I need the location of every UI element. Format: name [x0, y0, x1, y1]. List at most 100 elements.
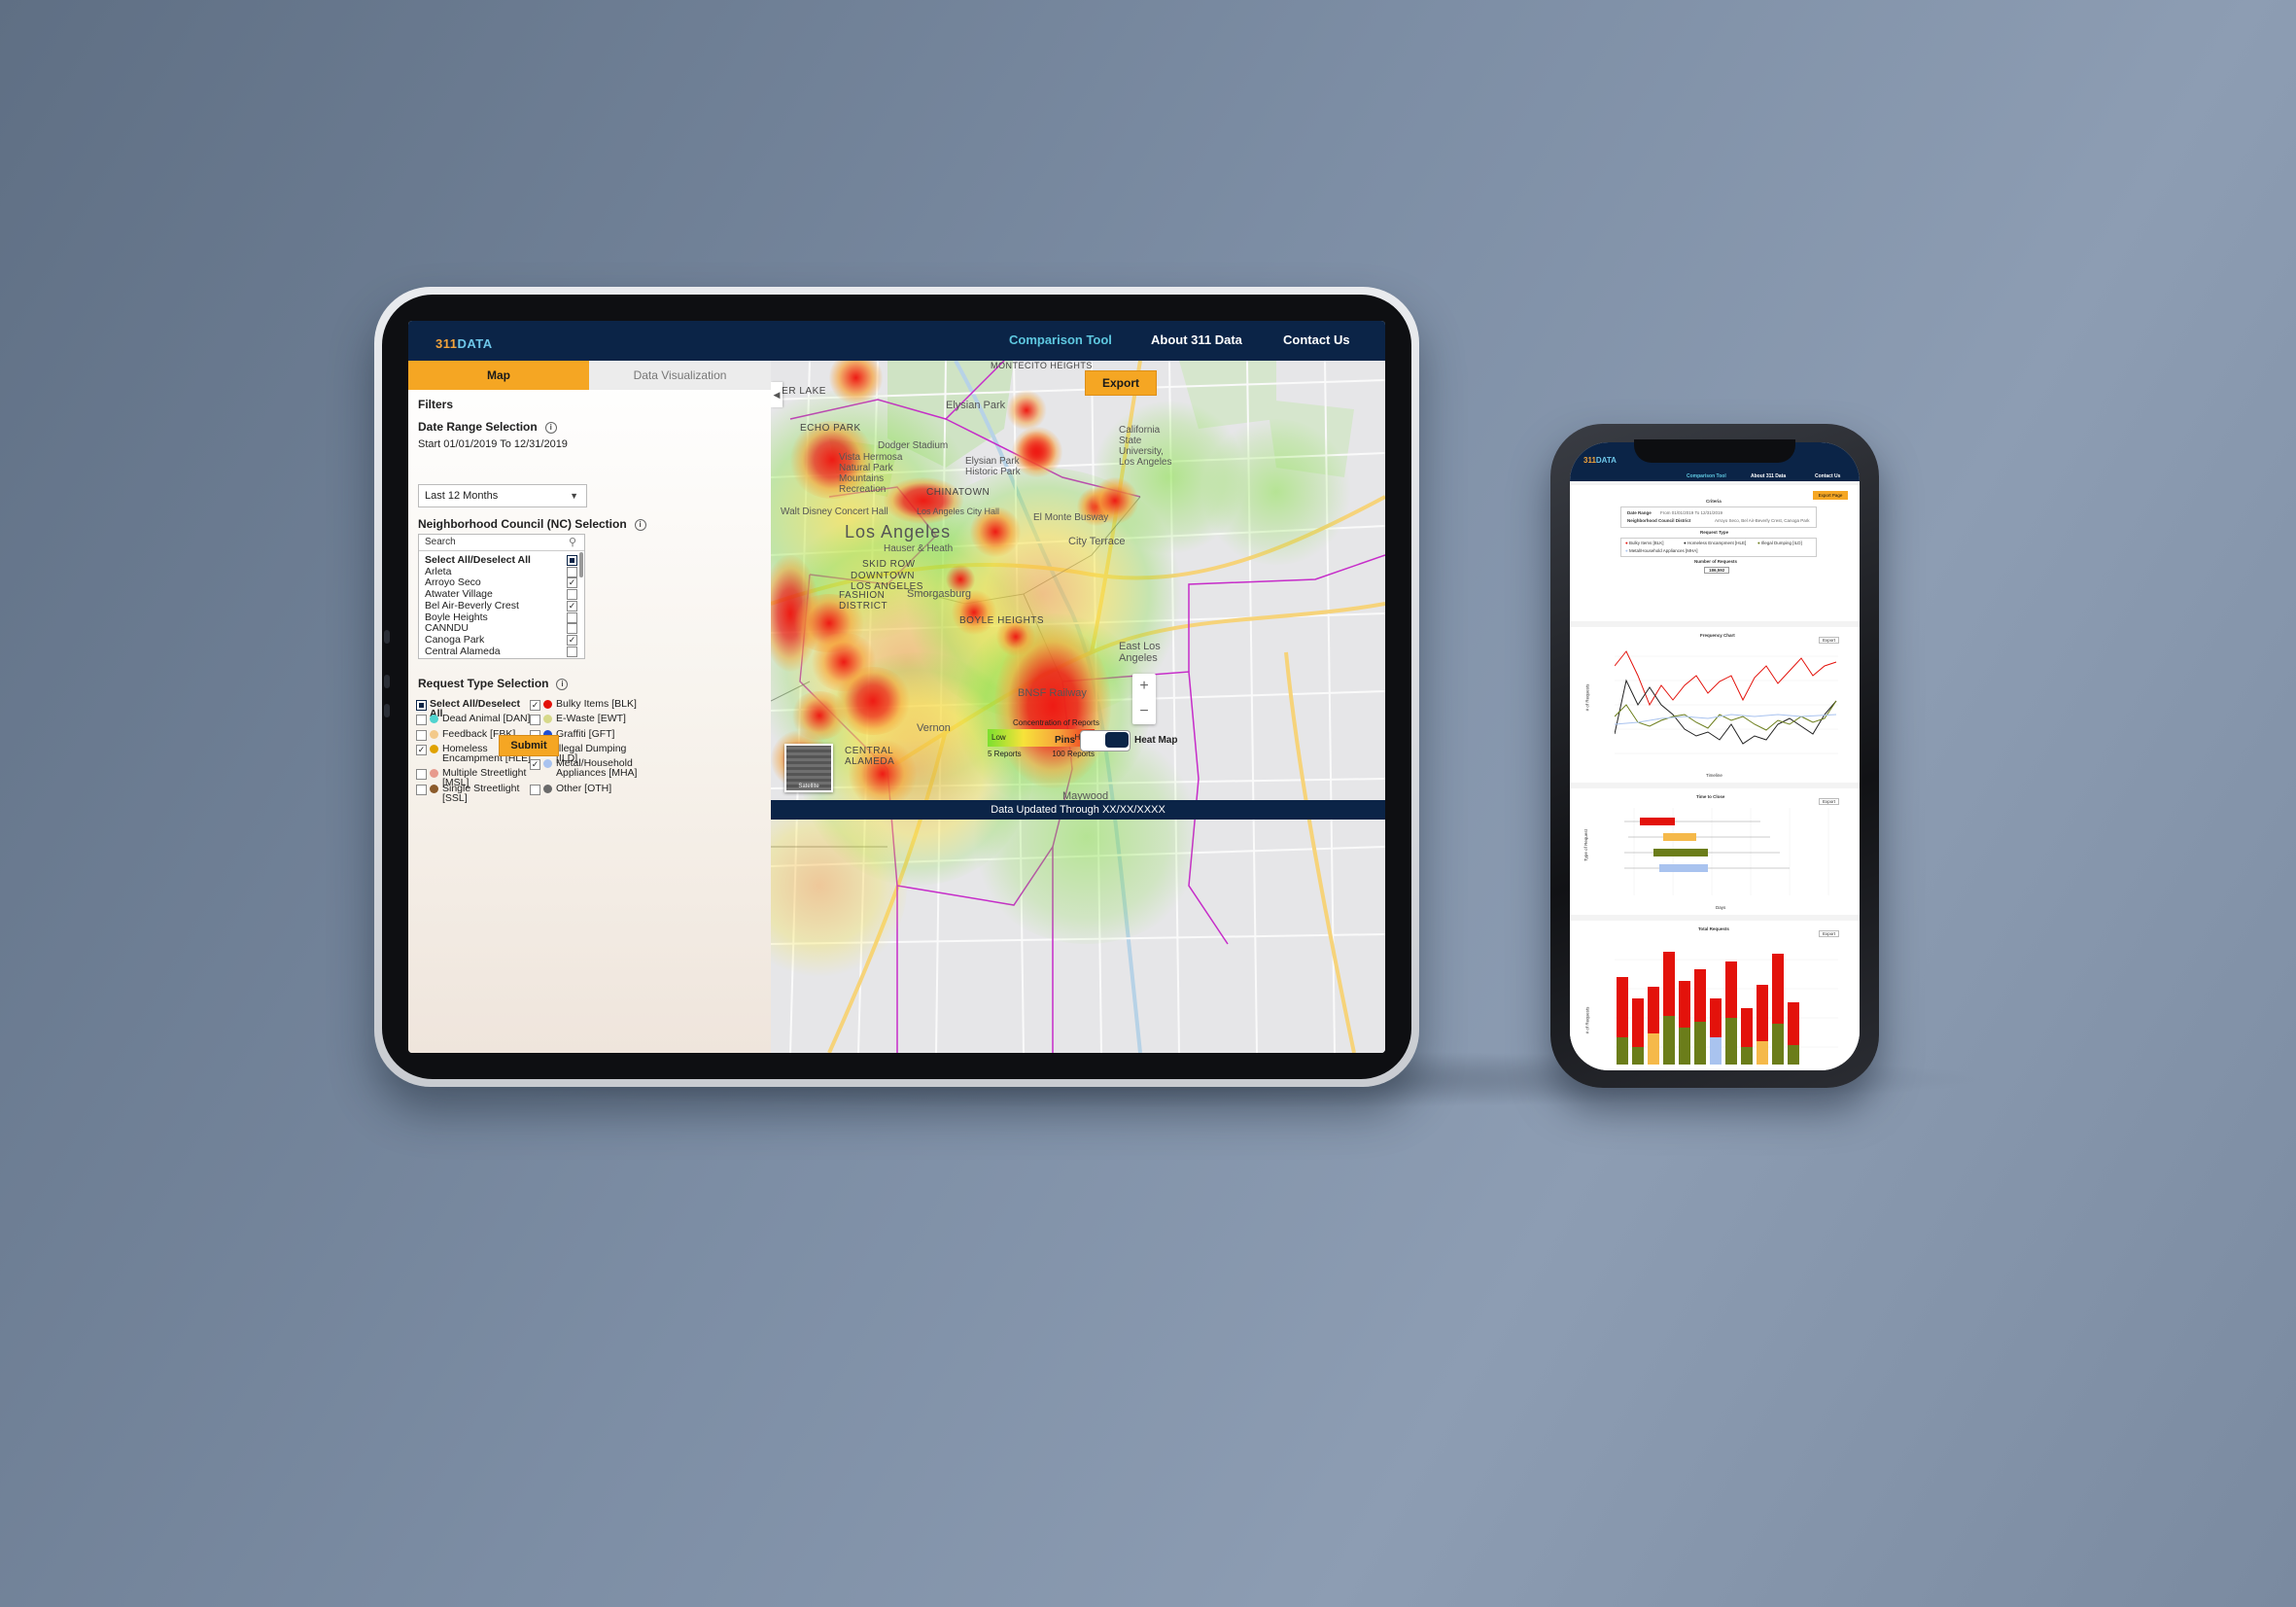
tab-map[interactable]: Map	[408, 361, 589, 390]
request-type-color-dot	[430, 769, 438, 779]
toggle-label-pins: Pins	[1055, 735, 1076, 746]
request-type-checkbox[interactable]	[530, 715, 540, 726]
chart-export-button[interactable]: Export	[1819, 637, 1840, 644]
request-type-label[interactable]: E-Waste [EWT]	[556, 714, 644, 724]
request-type-label[interactable]: Graffiti [GFT]	[556, 728, 644, 739]
map-label: East Los Angeles	[1119, 641, 1161, 664]
collapse-sidebar-button[interactable]: ◀	[771, 382, 783, 407]
nc-checkbox[interactable]: ✓	[567, 577, 577, 589]
request-type-label[interactable]: Other [OTH]	[556, 783, 644, 793]
satellite-toggle[interactable]: Satellite	[784, 744, 833, 792]
phone-logo[interactable]: 311DATA	[1583, 456, 1617, 465]
map-label: SKID ROW	[862, 559, 916, 570]
date-range-heading: Date Range Selection i	[418, 420, 557, 434]
request-type-title: Request Type	[1700, 530, 1729, 535]
request-type-color-dot	[430, 729, 438, 739]
map-label: Elysian Park Historic Park	[965, 456, 1021, 477]
top-navbar: 311DATA Comparison Tool About 311 Data C…	[408, 321, 1385, 361]
map-label: Dodger Stadium	[878, 440, 949, 451]
map-label: MONTECITO HEIGHTS	[991, 361, 1093, 370]
nc-list-item[interactable]: Central Alameda	[425, 646, 501, 657]
nc-list-item[interactable]: Atwater Village	[425, 588, 493, 600]
request-type-label[interactable]: Metal/Household Appliances [MHA]	[556, 758, 644, 779]
nc-checkbox[interactable]	[567, 623, 577, 635]
nav-contact[interactable]: Contact Us	[1283, 332, 1350, 347]
request-type-checkbox[interactable]: ✓	[416, 744, 427, 755]
map-label: Vista Hermosa Natural Park Mountains Rec…	[839, 452, 903, 495]
chart-export-button[interactable]: Export	[1819, 798, 1840, 805]
nav-about[interactable]: About 311 Data	[1151, 332, 1242, 347]
map-label: CENTRAL ALAMEDA	[845, 746, 895, 767]
scrollbar[interactable]	[579, 552, 583, 577]
export-page-button[interactable]: Export Page	[1813, 491, 1848, 500]
nc-list-item[interactable]: Select All/Deselect All	[425, 554, 531, 566]
tablet-screen: 311DATA Comparison Tool About 311 Data C…	[408, 321, 1385, 1053]
time-to-close-chart	[1624, 808, 1829, 895]
request-type-checkbox[interactable]	[416, 700, 427, 711]
heat-map[interactable]: VER LAKE MONTECITO HEIGHTS Elysian Park …	[771, 361, 1385, 1053]
nc-list-item[interactable]: Bel Air-Beverly Crest	[425, 600, 519, 611]
frequency-xlabel: Timeline	[1706, 773, 1722, 778]
nc-list-item[interactable]: Boyle Heights	[425, 611, 488, 623]
map-label: Walt Disney Concert Hall	[781, 507, 888, 517]
map-label: ECHO PARK	[800, 423, 861, 434]
map-label: Hauser & Heath	[884, 543, 954, 554]
submit-button[interactable]: Submit	[499, 735, 559, 756]
chart-export-button[interactable]: Export	[1819, 930, 1840, 937]
nc-checkbox[interactable]	[567, 589, 577, 601]
nc-checkbox[interactable]	[567, 555, 577, 566]
criteria-box: Date Range From 01/01/2019 To 12/31/2019…	[1620, 507, 1817, 528]
zoom-out-button[interactable]: −	[1132, 699, 1156, 724]
nc-checkbox[interactable]	[567, 566, 577, 577]
zoom-control: + −	[1132, 674, 1156, 724]
nc-search-input[interactable]: Search ⚲	[419, 535, 584, 551]
phone-nav-comparison[interactable]: Comparison Tool	[1687, 473, 1726, 479]
date-range-select[interactable]: Last 12 Months ▼	[418, 484, 587, 507]
export-button[interactable]: Export	[1085, 370, 1157, 396]
request-type-label[interactable]: Single Streetlight [SSL]	[442, 783, 535, 803]
heat-hotspot	[1006, 390, 1047, 431]
request-type-checkbox[interactable]	[416, 729, 427, 741]
map-label: Los Angeles City Hall	[917, 507, 1000, 516]
request-type-checkbox[interactable]	[416, 715, 427, 726]
phone-nav-about[interactable]: About 311 Data	[1751, 473, 1786, 479]
request-type-checkbox[interactable]	[416, 769, 427, 781]
phone-notch	[1634, 439, 1795, 463]
map-label: Los Angeles	[845, 522, 952, 541]
info-icon[interactable]: i	[556, 679, 569, 690]
nc-list-item[interactable]: Arroyo Seco	[425, 576, 481, 588]
info-icon[interactable]: i	[634, 519, 646, 531]
pins-heatmap-toggle[interactable]	[1080, 730, 1131, 751]
request-type-label[interactable]: Dead Animal [DAN]	[442, 714, 535, 724]
frequency-chart-card: Frequency Chart Export # of Requests Tim…	[1570, 627, 1860, 783]
zoom-in-button[interactable]: +	[1132, 674, 1156, 699]
tablet-side-button	[384, 630, 390, 644]
nav-comparison-tool[interactable]: Comparison Tool	[1009, 332, 1112, 347]
nc-list-item[interactable]: CANNDU	[425, 622, 469, 634]
request-type-label[interactable]: Bulky Items [BLK]	[556, 699, 644, 710]
nc-checkbox[interactable]: ✓	[567, 600, 577, 611]
date-range-label: Date Range	[1627, 510, 1652, 515]
app-logo[interactable]: 311DATA	[435, 336, 493, 351]
nc-checkbox[interactable]	[567, 646, 577, 657]
request-type-checkbox[interactable]: ✓	[530, 700, 540, 711]
tablet-side-button	[384, 675, 390, 688]
nc-checkbox[interactable]	[567, 611, 577, 623]
info-icon[interactable]: i	[544, 422, 557, 434]
phone-nav-contact[interactable]: Contact Us	[1815, 473, 1840, 479]
map-label: El Monte Busway	[1033, 512, 1109, 523]
nc-list-item[interactable]: Arleta	[425, 566, 451, 577]
request-type-checkbox[interactable]: ✓	[530, 759, 540, 771]
filters-heading: Filters	[418, 398, 454, 411]
date-range-text: Start 01/01/2019 To 12/31/2019	[418, 438, 568, 450]
tab-data-visualization[interactable]: Data Visualization	[589, 361, 771, 390]
ttc-xlabel: Days	[1716, 905, 1726, 910]
nc-list-item[interactable]: Canoga Park	[425, 634, 484, 646]
nc-checkbox[interactable]: ✓	[567, 634, 577, 646]
map-label: City Terrace	[1068, 536, 1126, 547]
criteria-card: Export Page Criteria Date Range From 01/…	[1570, 485, 1860, 621]
request-type-checkbox[interactable]	[416, 784, 427, 795]
request-type-checkbox[interactable]	[530, 784, 540, 795]
request-type-color-dot	[543, 759, 552, 769]
map-label: Elysian Park	[946, 400, 1006, 411]
